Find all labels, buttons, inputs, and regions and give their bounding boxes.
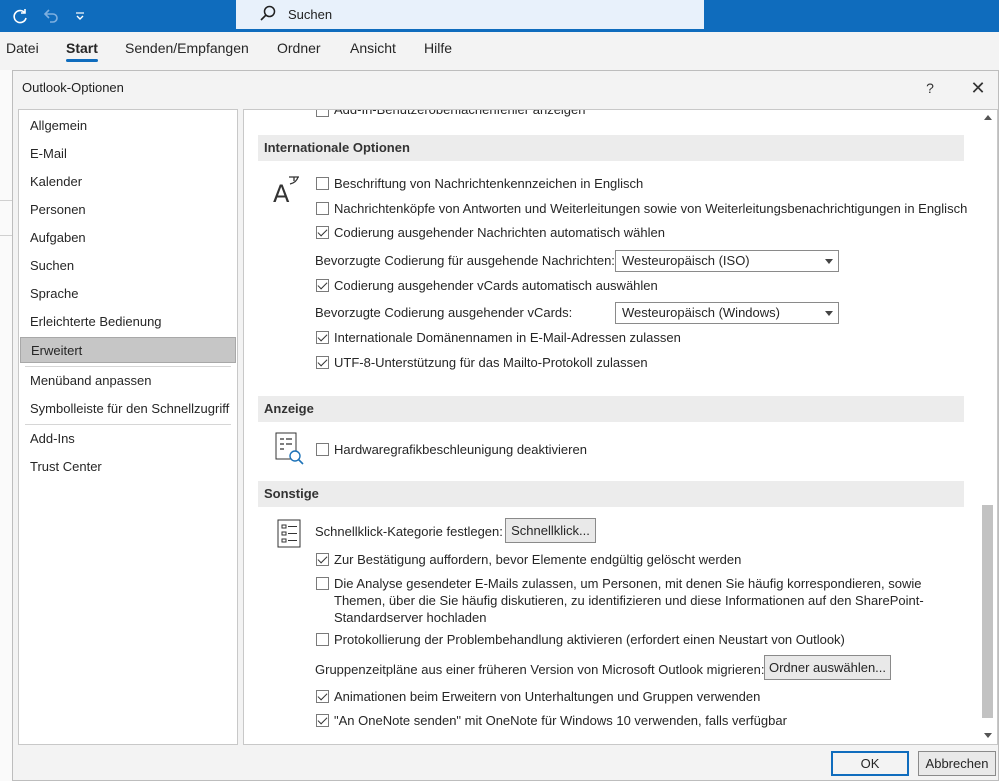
intl-flag-english-checkbox[interactable] xyxy=(316,177,329,190)
section-international-heading: Internationale Optionen xyxy=(258,135,964,161)
intl-flag-english-label: Beschriftung von Nachrichtenkennzeichen … xyxy=(334,176,644,191)
nav-item-aufgaben[interactable]: Aufgaben xyxy=(20,225,236,251)
animations-label: Animationen beim Erweitern von Unterhalt… xyxy=(334,689,761,704)
background-divider xyxy=(0,200,12,201)
pref-vcard-encoding-label: Bevorzugte Codierung ausgehender vCards: xyxy=(315,305,573,320)
intl-idn-label: Internationale Domänennamen in E-Mail-Ad… xyxy=(334,330,681,345)
tab-start[interactable]: Start xyxy=(66,40,98,62)
scroll-thumb[interactable] xyxy=(982,505,993,718)
help-button[interactable]: ? xyxy=(919,77,941,99)
section-display-heading: Anzeige xyxy=(258,396,964,422)
dialog-title: Outlook-Optionen xyxy=(22,80,124,95)
ribbon-tabs: Datei Start Senden/Empfangen Ordner Ansi… xyxy=(0,32,999,70)
onenote-checkbox[interactable] xyxy=(316,714,329,727)
analyze-mail-label: Die Analyse gesendeter E-Mails zulassen,… xyxy=(334,576,924,625)
pref-vcard-encoding-value: Westeuropäisch (Windows) xyxy=(622,305,780,320)
hw-accel-label: Hardwaregrafikbeschleunigung deaktiviere… xyxy=(334,442,587,457)
animations-checkbox[interactable] xyxy=(316,690,329,703)
nav-item-allgemein[interactable]: Allgemein xyxy=(20,113,236,139)
quickclick-label: Schnellklick-Kategorie festlegen: xyxy=(315,524,503,539)
close-button[interactable]: ✕ xyxy=(966,77,990,99)
tab-ordner[interactable]: Ordner xyxy=(277,40,321,56)
intl-auto-encoding-label: Codierung ausgehender Nachrichten automa… xyxy=(334,225,665,240)
pref-msg-encoding-value: Westeuropäisch (ISO) xyxy=(622,253,750,268)
nav-item-suchen[interactable]: Suchen xyxy=(20,253,236,279)
troubleshoot-logging-checkbox[interactable] xyxy=(316,633,329,646)
search-box[interactable]: Suchen xyxy=(236,0,704,29)
customize-quick-access-icon[interactable] xyxy=(70,6,90,26)
search-icon xyxy=(258,4,278,24)
intl-idn-checkbox[interactable] xyxy=(316,331,329,344)
scroll-down-icon[interactable] xyxy=(984,733,992,738)
svg-text:A: A xyxy=(273,180,290,206)
nav-item-sprache[interactable]: Sprache xyxy=(20,281,236,307)
vertical-scrollbar[interactable] xyxy=(978,110,997,744)
intl-utf8-mailto-checkbox[interactable] xyxy=(316,356,329,369)
background-divider xyxy=(0,235,12,236)
nav-item-menueband-anpassen[interactable]: Menüband anpassen xyxy=(20,368,236,394)
intl-headers-english-label: Nachrichtenköpfe von Antworten und Weite… xyxy=(334,201,968,216)
quickclick-button[interactable]: Schnellklick... xyxy=(505,518,596,543)
tab-datei[interactable]: Datei xyxy=(6,40,39,56)
nav-item-erleichterte-bedienung[interactable]: Erleichterte Bedienung xyxy=(20,309,236,335)
tab-hilfe[interactable]: Hilfe xyxy=(424,40,452,56)
outlook-options-dialog: Outlook-Optionen ? ✕ Allgemein E-Mail Ka… xyxy=(12,70,999,781)
title-bar: Suchen xyxy=(0,0,999,32)
nav-item-email[interactable]: E-Mail xyxy=(20,141,236,167)
undo-icon[interactable] xyxy=(40,6,60,26)
tab-ansicht[interactable]: Ansicht xyxy=(350,40,396,56)
addin-error-label: Add-In-Benutzeroberflächenfehler anzeige… xyxy=(334,109,586,117)
background-app-edge xyxy=(0,70,12,781)
pref-vcard-encoding-select[interactable]: Westeuropäisch (Windows) xyxy=(615,302,839,324)
addin-error-checkbox[interactable] xyxy=(316,110,329,117)
nav-item-trust-center[interactable]: Trust Center xyxy=(20,454,236,480)
chevron-down-icon xyxy=(825,311,833,316)
select-folder-button[interactable]: Ordner auswählen... xyxy=(764,655,891,680)
section-other-heading: Sonstige xyxy=(258,481,964,507)
confirm-delete-label: Zur Bestätigung auffordern, bevor Elemen… xyxy=(334,552,742,567)
cancel-button[interactable]: Abbrechen xyxy=(918,751,996,776)
nav-item-erweitert[interactable]: Erweitert xyxy=(20,337,236,363)
onenote-label: "An OneNote senden" mit OneNote für Wind… xyxy=(334,713,787,728)
intl-headers-english-checkbox[interactable] xyxy=(316,202,329,215)
nav-item-add-ins[interactable]: Add-Ins xyxy=(20,426,236,452)
pref-msg-encoding-select[interactable]: Westeuropäisch (ISO) xyxy=(615,250,839,272)
nav-item-kalender[interactable]: Kalender xyxy=(20,169,236,195)
analyze-mail-checkbox[interactable] xyxy=(316,577,329,590)
sync-icon[interactable] xyxy=(10,6,30,26)
nav-item-schnellzugriff[interactable]: Symbolleiste für den Schnellzugriff xyxy=(20,396,236,422)
nav-divider xyxy=(25,366,231,367)
troubleshoot-logging-label: Protokollierung der Problembehandlung ak… xyxy=(334,632,845,647)
display-magnifier-icon xyxy=(275,432,305,469)
nav-divider xyxy=(25,424,231,425)
translate-icon: A xyxy=(272,172,304,209)
pref-msg-encoding-label: Bevorzugte Codierung für ausgehende Nach… xyxy=(315,253,615,268)
scroll-up-icon[interactable] xyxy=(984,115,992,120)
ok-button[interactable]: OK xyxy=(831,751,909,776)
chevron-down-icon xyxy=(825,259,833,264)
list-settings-icon xyxy=(277,519,303,552)
tab-senden-empfangen[interactable]: Senden/Empfangen xyxy=(125,40,249,56)
options-nav: Allgemein E-Mail Kalender Personen Aufga… xyxy=(18,109,238,745)
intl-vcard-auto-label: Codierung ausgehender vCards automatisch… xyxy=(334,278,658,293)
intl-auto-encoding-checkbox[interactable] xyxy=(316,226,329,239)
confirm-delete-checkbox[interactable] xyxy=(316,553,329,566)
intl-utf8-mailto-label: UTF-8-Unterstützung für das Mailto-Proto… xyxy=(334,355,648,370)
nav-item-personen[interactable]: Personen xyxy=(20,197,236,223)
migrate-schedules-label: Gruppenzeitpläne aus einer früheren Vers… xyxy=(315,662,765,677)
search-placeholder: Suchen xyxy=(288,7,333,22)
settings-panel: Add-In-Benutzeroberflächenfehler anzeige… xyxy=(243,109,998,745)
hw-accel-checkbox[interactable] xyxy=(316,443,329,456)
intl-vcard-auto-checkbox[interactable] xyxy=(316,279,329,292)
